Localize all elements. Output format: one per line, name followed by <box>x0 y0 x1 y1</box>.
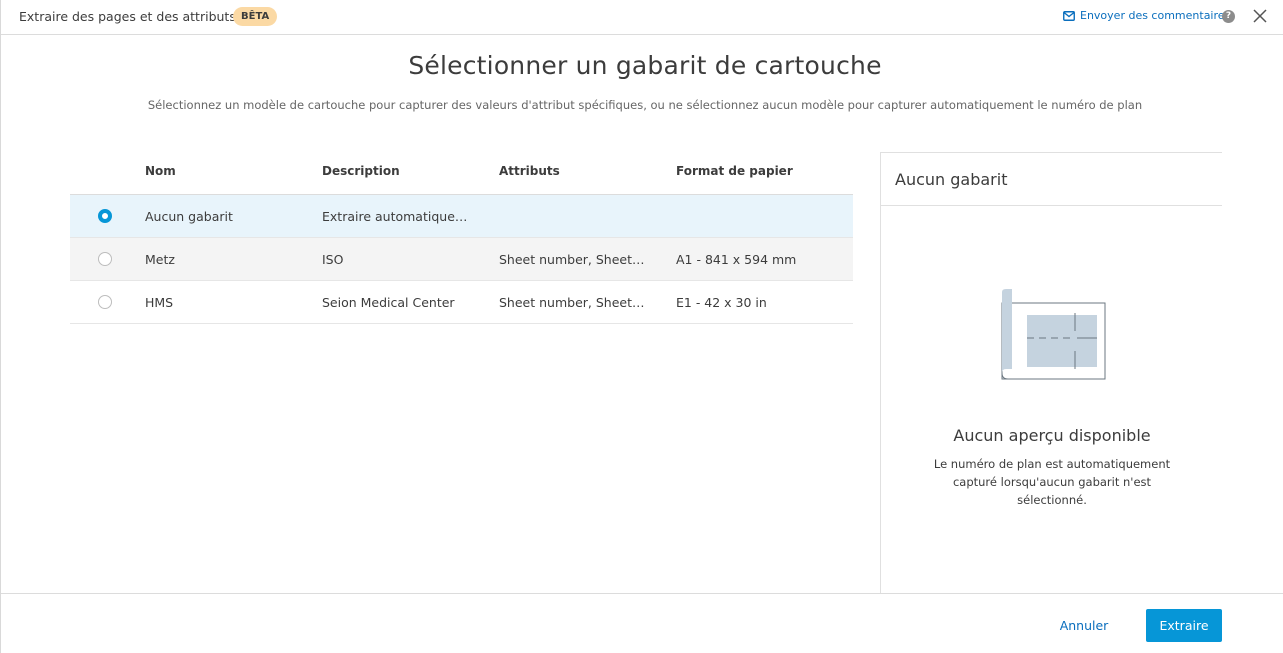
row-name: Aucun gabarit <box>145 209 233 224</box>
row-description: ISO <box>322 252 344 267</box>
row-paper: A1 - 841 x 594 mm <box>676 252 797 267</box>
row-radio[interactable] <box>98 209 112 223</box>
row-attributes: Sheet number, Sheet ti… <box>499 295 647 310</box>
column-header-paper: Format de papier <box>676 164 793 178</box>
row-radio[interactable] <box>98 252 112 266</box>
table-row[interactable]: HMS Seion Medical Center Sheet number, S… <box>70 281 853 324</box>
title-block-illustration-icon <box>1001 289 1106 380</box>
extract-button[interactable]: Extraire <box>1146 609 1222 642</box>
help-icon[interactable]: ? <box>1222 10 1235 23</box>
table-header: Nom Description Attributs Format de papi… <box>70 152 853 195</box>
cancel-button[interactable]: Annuler <box>1047 609 1121 642</box>
dialog-header: Extraire des pages et des attributs BÊTA… <box>1 0 1283 35</box>
beta-badge: BÊTA <box>233 7 278 26</box>
feedback-link[interactable]: Envoyer des commentaires <box>1063 9 1230 22</box>
dialog-footer: Annuler Extraire <box>1 593 1283 653</box>
page-title: Sélectionner un gabarit de cartouche <box>408 51 882 80</box>
row-description: Extraire automatiquem… <box>322 209 472 224</box>
template-table: Nom Description Attributs Format de papi… <box>70 152 853 324</box>
row-radio[interactable] <box>98 295 112 309</box>
row-attributes: Sheet number, Sheet ti… <box>499 252 647 267</box>
page-subtitle: Sélectionnez un modèle de cartouche pour… <box>147 98 1143 112</box>
preview-panel: Aucun gabarit Aucun aperçu disponible Le… <box>880 152 1222 593</box>
close-icon[interactable] <box>1252 8 1268 24</box>
extract-dialog: Extraire des pages et des attributs BÊTA… <box>0 0 1283 653</box>
row-description: Seion Medical Center <box>322 295 455 310</box>
column-header-name: Nom <box>145 164 176 178</box>
preview-header: Aucun gabarit <box>881 153 1222 206</box>
preview-description: Le numéro de plan est automatiquement ca… <box>933 457 1171 507</box>
feedback-label: Envoyer des commentaires <box>1080 9 1231 22</box>
table-row[interactable]: Aucun gabarit Extraire automatiquem… <box>70 195 853 238</box>
row-name: Metz <box>145 252 175 267</box>
table-row[interactable]: Metz ISO Sheet number, Sheet ti… A1 - 84… <box>70 238 853 281</box>
column-header-description: Description <box>322 164 400 178</box>
preview-title: Aucun aperçu disponible <box>953 426 1151 445</box>
column-header-attributes: Attributs <box>499 164 560 178</box>
row-paper: E1 - 42 x 30 in <box>676 295 767 310</box>
row-name: HMS <box>145 295 174 310</box>
dialog-title: Extraire des pages et des attributs <box>19 9 236 24</box>
mail-icon <box>1063 10 1075 21</box>
